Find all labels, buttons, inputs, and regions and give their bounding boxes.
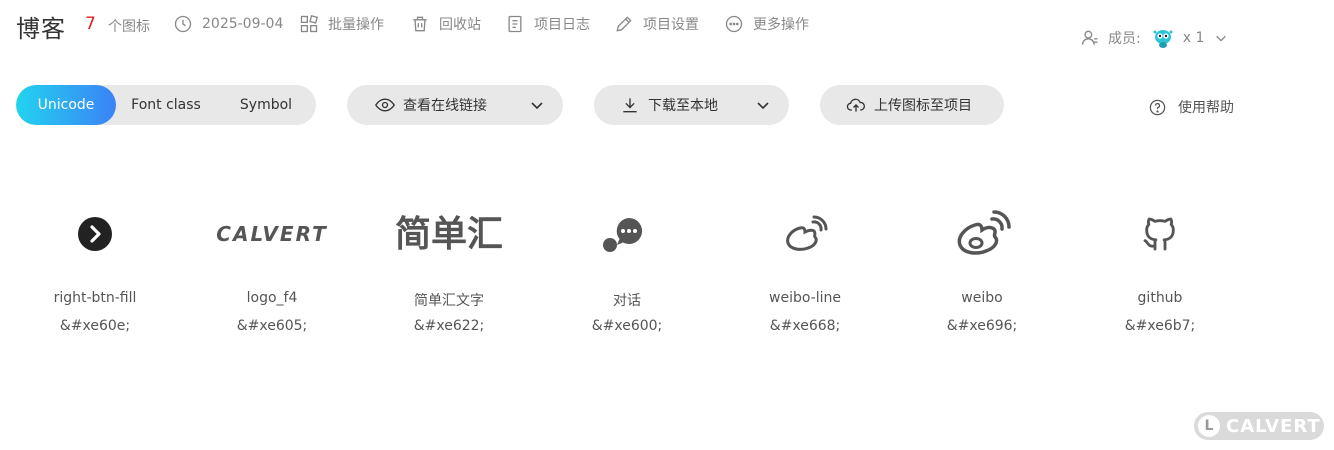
icon-preview (538, 206, 716, 262)
trash-icon (413, 16, 427, 32)
icon-code: &#xe622; (413, 318, 485, 334)
icon-code: &#xe696; (946, 318, 1018, 334)
icon-code: &#xe60e; (59, 318, 131, 334)
download-label: 下载至本地 (648, 98, 718, 114)
view-online-link-button[interactable]: 查看在线链接 (347, 85, 563, 125)
batch-operation-label: 批量操作 (328, 17, 384, 33)
icon-card[interactable]: right-btn-fill &#xe60e; (6, 190, 184, 350)
download-icon (623, 98, 637, 113)
tab-unicode[interactable]: Unicode (16, 85, 116, 125)
icon-code: &#xe605; (236, 318, 308, 334)
icon-name: github (1137, 290, 1183, 306)
recycle-bin-label: 回收站 (439, 17, 481, 33)
toolbar: Unicode Font class Symbol 查看在线链接 下载至本地 上… (0, 85, 1334, 125)
calvert-logo-text: CALVERT (216, 222, 327, 246)
date-text: 2025-09-04 (202, 16, 284, 32)
chevron-down-icon (1216, 35, 1227, 42)
batch-operation-button[interactable]: 批量操作 (299, 12, 384, 36)
icon-code: &#xe668; (769, 318, 841, 334)
project-log-label: 项目日志 (534, 17, 590, 33)
icon-card[interactable]: weibo-line &#xe668; (716, 190, 894, 350)
user-icon (1081, 30, 1098, 45)
icon-count-label: 个图标 (108, 19, 150, 35)
project-log-button[interactable]: 项目日志 (505, 12, 590, 36)
batch-icon (300, 15, 318, 33)
calvert-logo-icon: CALVERT (216, 222, 327, 246)
icon-preview: CALVERT (183, 206, 361, 262)
icon-name: 简单汇文字 (414, 293, 484, 309)
icon-card[interactable]: CALVERT logo_f4 &#xe605; (183, 190, 361, 350)
more-actions-label: 更多操作 (753, 17, 809, 33)
help-label: 使用帮助 (1178, 100, 1234, 116)
edit-icon (616, 16, 632, 32)
weibo-icon (957, 210, 1011, 255)
icon-preview (716, 206, 894, 262)
icon-card[interactable]: 简单汇 简单汇文字 &#xe622; (360, 190, 538, 350)
log-icon (508, 15, 522, 33)
icon-card[interactable]: 对话 &#xe600; (538, 190, 716, 350)
project-settings-label: 项目设置 (643, 17, 699, 33)
icon-code: &#xe600; (591, 318, 663, 334)
more-icon (725, 15, 743, 33)
icon-grid: right-btn-fill &#xe60e; CALVERT logo_f4 … (0, 190, 1334, 350)
icon-preview (893, 206, 1071, 262)
members-dropdown[interactable]: 成员: x 1 (1080, 26, 1228, 50)
upload-icons-label: 上传图标至项目 (874, 98, 972, 114)
upload-icons-button[interactable]: 上传图标至项目 (820, 85, 1004, 125)
icon-name: weibo (961, 290, 1003, 306)
icon-count: 7 (85, 14, 96, 34)
avatar (1153, 30, 1173, 48)
icon-name: logo_f4 (246, 290, 298, 306)
icon-preview (1071, 206, 1249, 262)
members-count: x 1 (1182, 30, 1205, 46)
tab-font-class[interactable]: Font class (116, 85, 216, 125)
watermark-text: CALVERT (1226, 415, 1321, 437)
chevron-circle-icon (78, 217, 112, 251)
project-date: 2025-09-04 (173, 12, 283, 36)
jiandanhui-logo-text: 简单汇 (395, 214, 503, 255)
github-icon (1143, 217, 1175, 251)
cloud-upload-icon (846, 98, 865, 112)
icon-card[interactable]: weibo &#xe696; (893, 190, 1071, 350)
icon-name: weibo-line (769, 290, 841, 306)
calvert-watermark: L CALVERT (1194, 412, 1324, 440)
icon-code: &#xe6b7; (1124, 318, 1196, 334)
members-label: 成员: (1108, 31, 1141, 47)
watermark-logo: L (1198, 415, 1220, 437)
tab-symbol[interactable]: Symbol (216, 85, 316, 125)
weibo-line-icon (786, 215, 828, 251)
project-title: 博客 (16, 15, 66, 43)
icon-name: right-btn-fill (53, 290, 137, 306)
view-online-link-label: 查看在线链接 (403, 98, 487, 114)
icon-preview: 简单汇 (360, 206, 538, 262)
icon-name: 对话 (613, 293, 641, 309)
recycle-bin-button[interactable]: 回收站 (410, 12, 481, 36)
eye-icon (375, 98, 395, 112)
more-actions-button[interactable]: 更多操作 (724, 12, 809, 36)
clock-icon (174, 15, 192, 33)
chevron-down-icon (757, 102, 769, 110)
help-icon (1149, 99, 1166, 115)
jiandanhui-text-icon: 简单汇 (395, 214, 503, 255)
chat-bubble-icon (603, 217, 643, 252)
project-header: 博客 7 个图标 2025-09-04 批量操作 回收站 项目日志 项目设置 更… (0, 0, 1334, 50)
icon-preview (6, 206, 184, 262)
format-tabs: Unicode Font class Symbol (16, 85, 316, 125)
download-button[interactable]: 下载至本地 (594, 85, 789, 125)
chevron-down-icon (531, 102, 543, 110)
help-link[interactable]: 使用帮助 (1148, 97, 1234, 117)
project-settings-button[interactable]: 项目设置 (614, 12, 699, 36)
icon-card[interactable]: github &#xe6b7; (1071, 190, 1249, 350)
